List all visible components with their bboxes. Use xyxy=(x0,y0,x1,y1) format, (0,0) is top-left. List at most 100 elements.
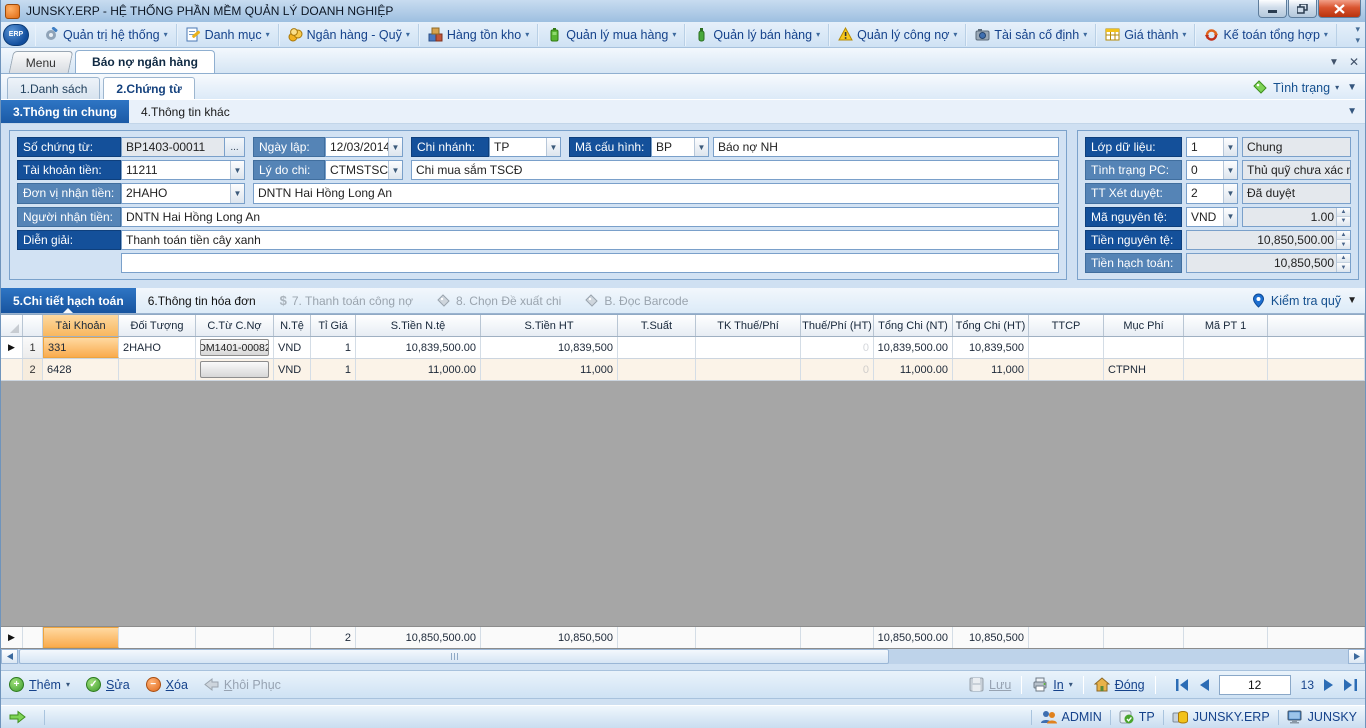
cell-t-suat[interactable] xyxy=(618,359,696,380)
tinh-trang-button[interactable]: Tình trạng ▾ xyxy=(1253,80,1339,95)
tab-menu[interactable]: Menu xyxy=(8,51,74,73)
menu-item-quan-ly-ban-hang[interactable]: Quản lý bán hàng ▾ xyxy=(685,23,830,46)
scroll-right-arrow[interactable] xyxy=(1348,649,1365,664)
col-header-t-suat[interactable]: T.Suất xyxy=(618,315,696,336)
next-page-button[interactable] xyxy=(1324,678,1334,691)
select-all-header-cell[interactable] xyxy=(1,315,23,336)
tai-khoan-tien-combo[interactable]: 11211 ▼ xyxy=(121,160,245,181)
menu-item-tai-san-co-dinh[interactable]: Tài sản cố định ▾ xyxy=(966,23,1097,46)
col-header-s-tien-nte[interactable]: S.Tiền N.tệ xyxy=(356,315,481,336)
cell-doi-tuong[interactable]: 2HAHO xyxy=(119,337,196,358)
close-button[interactable] xyxy=(1318,0,1361,18)
menu-item-quan-ly-cong-no[interactable]: Quản lý công nợ ▾ xyxy=(829,23,967,46)
col-header-thue-phi-ht[interactable]: Thuế/Phí (HT) xyxy=(801,315,874,336)
nguoi-nhan-tien-input[interactable]: DNTN Hai Hồng Long An xyxy=(121,206,1059,227)
menu-item-ke-toan-tong-hop[interactable]: Kế toán tổng hợp ▾ xyxy=(1195,23,1337,46)
cell-ma-pt-1[interactable] xyxy=(1184,337,1268,358)
cell-n-te[interactable]: VND xyxy=(274,337,311,358)
menu-item-danh-muc[interactable]: Danh mục ▾ xyxy=(176,23,279,46)
tien-nguyen-te-spinner[interactable]: 10,850,500.00 ▲ ▼ xyxy=(1186,229,1351,250)
cell-n-te[interactable]: VND xyxy=(274,359,311,380)
col-header-tai-khoan[interactable]: Tài Khoản xyxy=(43,315,119,336)
menu-item-ngan-hang-quy[interactable]: Ngân hàng - Quỹ ▾ xyxy=(278,23,419,46)
cell-tk-thue-phi[interactable] xyxy=(696,359,801,380)
ma-nguyen-te-combo[interactable]: VND ▼ xyxy=(1186,206,1238,227)
sua-button[interactable]: ✓ Sửa xyxy=(85,677,130,692)
so-chung-tu-input[interactable]: BP1403-00011 xyxy=(121,137,225,158)
cell-s-tien-ht[interactable]: 11,000 xyxy=(481,359,618,380)
chevron-down-icon[interactable]: ▼ xyxy=(388,138,402,157)
chevron-down-icon[interactable]: ▼ xyxy=(546,138,560,157)
spinner-arrows-icon[interactable]: ▲ ▼ xyxy=(1336,230,1350,249)
col-header-tong-chi-nt[interactable]: Tổng Chi (NT) xyxy=(874,315,953,336)
spinner-arrows-icon[interactable]: ▲ ▼ xyxy=(1336,253,1350,273)
first-page-button[interactable] xyxy=(1175,678,1189,691)
chi-nhanh-combo[interactable]: TP ▼ xyxy=(489,137,561,158)
menu-item-hang-ton-kho[interactable]: Hàng tồn kho ▾ xyxy=(418,23,539,46)
chevron-down-icon[interactable]: ▼ xyxy=(1223,207,1237,226)
cell-thue-phi-ht[interactable]: 0 xyxy=(801,337,874,358)
cell-t-suat[interactable] xyxy=(618,337,696,358)
cell-ti-gia[interactable]: 1 xyxy=(311,359,356,380)
dong-button[interactable]: Đóng xyxy=(1093,677,1145,692)
subtab-danh-sach[interactable]: 1.Danh sách xyxy=(7,77,101,99)
cell-tong-chi-nt[interactable]: 11,000.00 xyxy=(874,359,953,380)
ly-do-chi-desc-input[interactable]: Chi mua sắm TSCĐ xyxy=(411,160,1059,181)
chevron-down-icon[interactable]: ▼ xyxy=(1223,161,1237,180)
menu-item-gia-thanh[interactable]: Giá thành ▾ xyxy=(1096,23,1196,46)
cell-tong-chi-nt[interactable]: 10,839,500.00 xyxy=(874,337,953,358)
chevron-down-icon[interactable]: ▼ xyxy=(1223,184,1237,203)
cell-muc-phi[interactable]: CTPNH xyxy=(1104,359,1184,380)
cell-s-tien-ht[interactable]: 10,839,500 xyxy=(481,337,618,358)
kiem-tra-quy-button[interactable]: Kiểm tra quỹ ▼ xyxy=(1252,288,1365,313)
chevron-down-icon[interactable]: ▼ xyxy=(230,184,244,203)
previous-page-button[interactable] xyxy=(1199,678,1209,691)
cell-tai-khoan[interactable]: 6428 xyxy=(43,359,119,380)
them-button[interactable]: + Thêm ▾ xyxy=(9,677,70,692)
col-header-tk-thue-phi[interactable]: TK Thuế/Phí xyxy=(696,315,801,336)
cell-ttcp[interactable] xyxy=(1029,359,1104,380)
chevron-down-icon[interactable]: ▼ xyxy=(694,138,708,157)
chevron-down-icon[interactable]: ▾ xyxy=(1069,680,1073,689)
page-number-input[interactable]: 12 xyxy=(1218,674,1291,695)
cell-tong-chi-ht[interactable]: 10,839,500 xyxy=(953,337,1029,358)
ty-gia-spinner[interactable]: 1.00 ▲ ▼ xyxy=(1242,206,1351,227)
col-header-n-te[interactable]: N.Tệ xyxy=(274,315,311,336)
detail-tab-chi-tiet-hach-toan[interactable]: 5.Chi tiết hạch toán xyxy=(1,288,136,313)
restore-button[interactable] xyxy=(1288,0,1317,18)
cell-doi-tuong[interactable] xyxy=(119,359,196,380)
table-row[interactable]: ▶ 1 331 2HAHO DM1401-00082 VND 1 10,839,… xyxy=(1,337,1365,359)
c-tu-c-no-button[interactable]: DM1401-00082 xyxy=(200,339,269,356)
cell-s-tien-nte[interactable]: 10,839,500.00 xyxy=(356,337,481,358)
scroll-left-arrow[interactable] xyxy=(1,649,18,664)
lop-du-lieu-combo[interactable]: 1 ▼ xyxy=(1186,137,1238,158)
cell-tai-khoan[interactable]: 331 xyxy=(43,337,119,358)
tinh-trang-pc-combo[interactable]: 0 ▼ xyxy=(1186,160,1238,181)
ngay-lap-datepicker[interactable]: 12/03/2014 ▼ xyxy=(325,137,403,158)
last-page-button[interactable] xyxy=(1344,678,1357,691)
menu-item-quan-ly-mua-hang[interactable]: Quản lý mua hàng ▾ xyxy=(538,23,686,46)
col-header-tong-chi-ht[interactable]: Tổng Chi (HT) xyxy=(953,315,1029,336)
menu-overflow-handle[interactable]: ▾ ▾ xyxy=(1355,24,1363,46)
ma-cau-hinh-desc-input[interactable]: Báo nợ NH xyxy=(713,137,1059,158)
col-header-ttcp[interactable]: TTCP xyxy=(1029,315,1104,336)
tt-xet-duyet-combo[interactable]: 2 ▼ xyxy=(1186,183,1238,204)
c-tu-c-no-button[interactable] xyxy=(200,361,269,378)
menu-item-quan-tri-he-thong[interactable]: Quản trị hệ thống ▾ xyxy=(35,23,177,46)
browse-button[interactable]: ... xyxy=(225,137,245,158)
don-vi-nhan-tien-combo[interactable]: 2HAHO ▼ xyxy=(121,183,245,204)
col-header-ma-pt-1[interactable]: Mã PT 1 xyxy=(1184,315,1268,336)
cell-ti-gia[interactable]: 1 xyxy=(311,337,356,358)
cell-tong-chi-ht[interactable]: 11,000 xyxy=(953,359,1029,380)
col-header-ti-gia[interactable]: Tỉ Giá xyxy=(311,315,356,336)
tab-close-icon[interactable]: ✕ xyxy=(1349,55,1359,69)
cell-ma-pt-1[interactable] xyxy=(1184,359,1268,380)
section-tab-thong-tin-chung[interactable]: 3.Thông tin chung xyxy=(1,100,129,123)
xoa-button[interactable]: − Xóa xyxy=(145,677,188,692)
scrollbar-thumb[interactable] xyxy=(19,649,889,664)
cell-tk-thue-phi[interactable] xyxy=(696,337,801,358)
col-header-muc-phi[interactable]: Mục Phí xyxy=(1104,315,1184,336)
minimize-button[interactable] xyxy=(1258,0,1287,18)
cell-muc-phi[interactable] xyxy=(1104,337,1184,358)
table-row[interactable]: 2 6428 VND 1 11,000.00 11,000 0 11,000.0… xyxy=(1,359,1365,381)
